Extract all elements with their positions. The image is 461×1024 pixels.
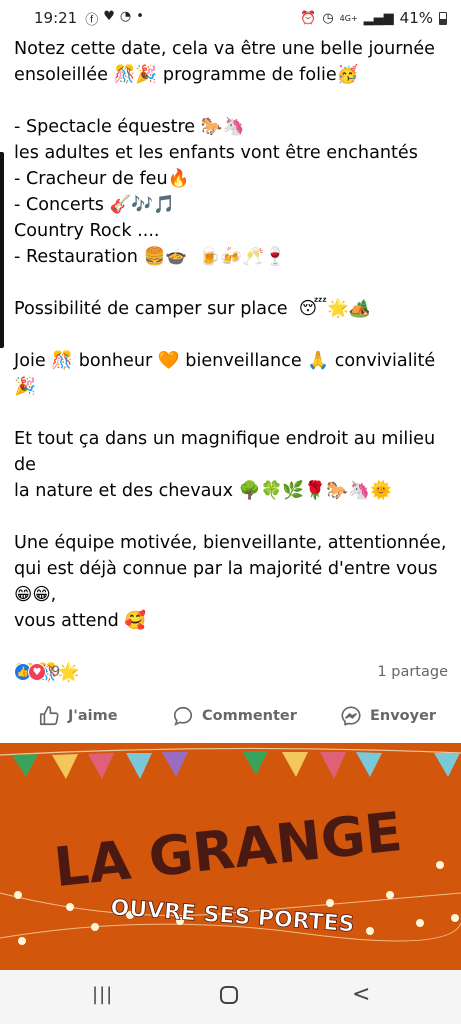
share-count[interactable]: 1 partage	[377, 664, 448, 680]
banner-title-line2: OUVRE SES PORTES	[110, 896, 355, 938]
post-line: Joie 🎊 bonheur 🧡 bienveillance 🙏 convivi…	[14, 351, 436, 371]
send-button[interactable]: Envoyer	[340, 705, 436, 727]
post-line: - Restauration 🍔🍲 🍺🍻🥂🍷	[14, 247, 287, 267]
reaction-icons[interactable]: 👍 ♥	[14, 663, 46, 681]
clock-time: 19:21	[34, 9, 78, 27]
comment-icon	[173, 706, 193, 726]
post-line: 😁😁,	[14, 585, 57, 605]
post-line: 🎉	[14, 377, 36, 397]
thumbs-up-icon	[39, 706, 59, 726]
event-banner-image[interactable]: LA GRANGE OUVRE SES PORTES	[0, 743, 461, 970]
post-line: ensoleillée 🎊🎉 programme de folie🥳	[14, 65, 359, 85]
status-bar: 19:21 ⓕ ♥ ◔ • ⏰ ◷ 4G+ ▂▄▆ 41%	[0, 0, 461, 36]
system-icons: ⏰ ◷ 4G+ ▂▄▆ 41%	[300, 9, 447, 27]
home-button[interactable]	[220, 986, 238, 1004]
post-line: Et tout ça dans un magnifique endroit au…	[14, 429, 441, 475]
post-line: Une équipe motivée, bienveillante, atten…	[14, 533, 447, 553]
reaction-count[interactable]: 9	[51, 664, 60, 680]
post-line: - Spectacle équestre 🐎🦄	[14, 117, 245, 137]
like-button-label: J'aime	[68, 708, 118, 724]
post-line: la nature et des chevaux 🌳🍀🌿🌹🐎🦄🌞	[14, 481, 392, 501]
battery-icon	[439, 11, 447, 25]
post-actions: J'aime Commenter Envoyer	[0, 698, 461, 734]
reactions-bar: 👍 ♥ 9 1 partage	[14, 660, 448, 684]
comment-button[interactable]: Commenter	[172, 705, 297, 727]
clock-icon: ◷	[322, 10, 334, 26]
post-line: qui est déjà connue par la majorité d'en…	[14, 559, 438, 579]
post-line: vous attend 🥰	[14, 611, 147, 631]
banner-title-line1: LA GRANGE	[51, 800, 405, 899]
post-body: Notez cette date, cela va être une belle…	[14, 36, 454, 686]
battery-percent: 41%	[399, 9, 433, 27]
system-navigation-bar: ||| <	[0, 970, 461, 1024]
love-reaction-icon: ♥	[28, 663, 46, 681]
messenger-icon	[341, 706, 361, 726]
edge-panel-handle[interactable]	[0, 152, 4, 348]
comment-button-label: Commenter	[202, 708, 297, 724]
post-line: Possibilité de camper sur place 😴🌟🏕️	[14, 299, 371, 319]
post-line: Country Rock ....	[14, 221, 160, 241]
recent-apps-button[interactable]: |||	[92, 984, 113, 1005]
notification-icons: ⓕ ♥ ◔ •	[85, 9, 144, 28]
post-line: - Cracheur de feu🔥	[14, 169, 190, 189]
send-button-label: Envoyer	[370, 708, 437, 724]
heart-icon: ♥	[103, 8, 115, 24]
facebook-icon: ⓕ	[85, 12, 99, 28]
signal-icon: ▂▄▆	[363, 10, 394, 26]
alarm-icon: ⏰	[300, 10, 317, 26]
network-4g-icon: 4G+	[339, 13, 358, 23]
messenger-icon: ◔	[119, 8, 132, 24]
back-button[interactable]: <	[352, 982, 370, 1007]
post-line: - Concerts 🎸🎶🎵	[14, 195, 176, 215]
dot-icon: •	[136, 8, 144, 24]
like-button[interactable]: J'aime	[38, 705, 118, 727]
bunting-flags	[12, 751, 460, 779]
post-line: Notez cette date, cela va être une belle…	[14, 39, 436, 59]
post-line: les adultes et les enfants vont être enc…	[14, 143, 418, 163]
banner-artwork: LA GRANGE OUVRE SES PORTES	[0, 747, 461, 945]
